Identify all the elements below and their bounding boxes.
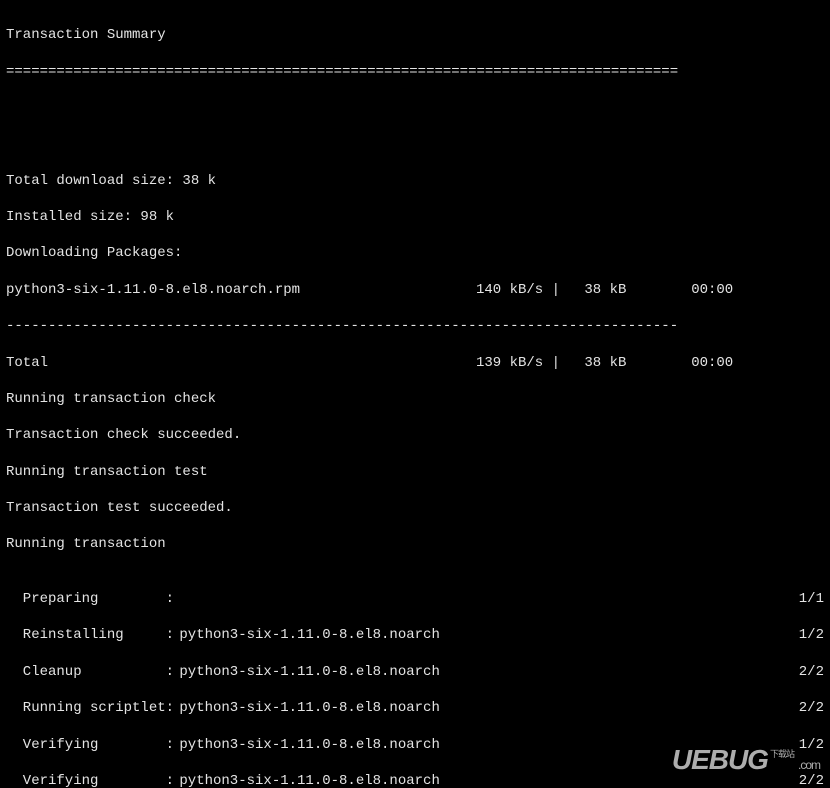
blank bbox=[6, 135, 824, 153]
total-label: Total bbox=[6, 354, 476, 372]
txn-step-count: 2/2 bbox=[764, 663, 824, 681]
downloading-label: Downloading Packages: bbox=[6, 244, 824, 262]
total-speed: 139 kB/s | bbox=[476, 354, 576, 372]
txn-step-row: Cleanup : python3-six-1.11.0-8.el8.noarc… bbox=[6, 663, 824, 681]
txn-step-row: Running scriptlet: python3-six-1.11.0-8.… bbox=[6, 699, 824, 717]
download-speed: 140 kB/s | bbox=[476, 281, 576, 299]
installed-size: Installed size: 98 k bbox=[6, 208, 824, 226]
download-size: Total download size: 38 k bbox=[6, 172, 824, 190]
txn-step-count: 2/2 bbox=[764, 699, 824, 717]
watermark-dotcom: .com bbox=[798, 758, 820, 774]
terminal-window[interactable]: Transaction Summary ====================… bbox=[0, 0, 830, 788]
download-size-col: 38 kB bbox=[576, 281, 666, 299]
txn-step-pkg: python3-six-1.11.0-8.el8.noarch bbox=[171, 699, 764, 717]
header-title: Transaction Summary bbox=[6, 26, 824, 44]
txn-step-count: 1/2 bbox=[764, 626, 824, 644]
txn-step-label: Cleanup : bbox=[6, 663, 171, 681]
download-time: 00:00 bbox=[666, 281, 756, 299]
check-line: Running transaction check bbox=[6, 390, 824, 408]
txn-step-label: Verifying : bbox=[6, 772, 171, 788]
txn-step-pkg bbox=[171, 590, 764, 608]
check-line: Running transaction bbox=[6, 535, 824, 553]
txn-step-label: Running scriptlet: bbox=[6, 699, 171, 717]
txn-step-pkg: python3-six-1.11.0-8.el8.noarch bbox=[171, 626, 764, 644]
txn-step-count: 1/1 bbox=[764, 590, 824, 608]
txn-step-row: Preparing : 1/1 bbox=[6, 590, 824, 608]
total-time: 00:00 bbox=[666, 354, 756, 372]
check-line: Running transaction test bbox=[6, 463, 824, 481]
total-row: Total 139 kB/s | 38 kB 00:00 bbox=[6, 354, 824, 372]
blank bbox=[6, 99, 824, 117]
separator: ========================================… bbox=[6, 63, 824, 81]
txn-step-label: Reinstalling : bbox=[6, 626, 171, 644]
watermark-logo: UEBUG 下载站 .com bbox=[672, 742, 820, 778]
txn-step-row: Reinstalling : python3-six-1.11.0-8.el8.… bbox=[6, 626, 824, 644]
separator-dash: ----------------------------------------… bbox=[6, 317, 824, 335]
txn-step-pkg: python3-six-1.11.0-8.el8.noarch bbox=[171, 663, 764, 681]
download-name: python3-six-1.11.0-8.el8.noarch.rpm bbox=[6, 281, 476, 299]
check-line: Transaction test succeeded. bbox=[6, 499, 824, 517]
txn-step-label: Preparing : bbox=[6, 590, 171, 608]
download-row: python3-six-1.11.0-8.el8.noarch.rpm 140 … bbox=[6, 281, 824, 299]
watermark-brand: UEBUG bbox=[672, 742, 768, 778]
check-line: Transaction check succeeded. bbox=[6, 426, 824, 444]
watermark-sub: 下载站 bbox=[770, 749, 794, 761]
total-size: 38 kB bbox=[576, 354, 666, 372]
txn-step-label: Verifying : bbox=[6, 736, 171, 754]
